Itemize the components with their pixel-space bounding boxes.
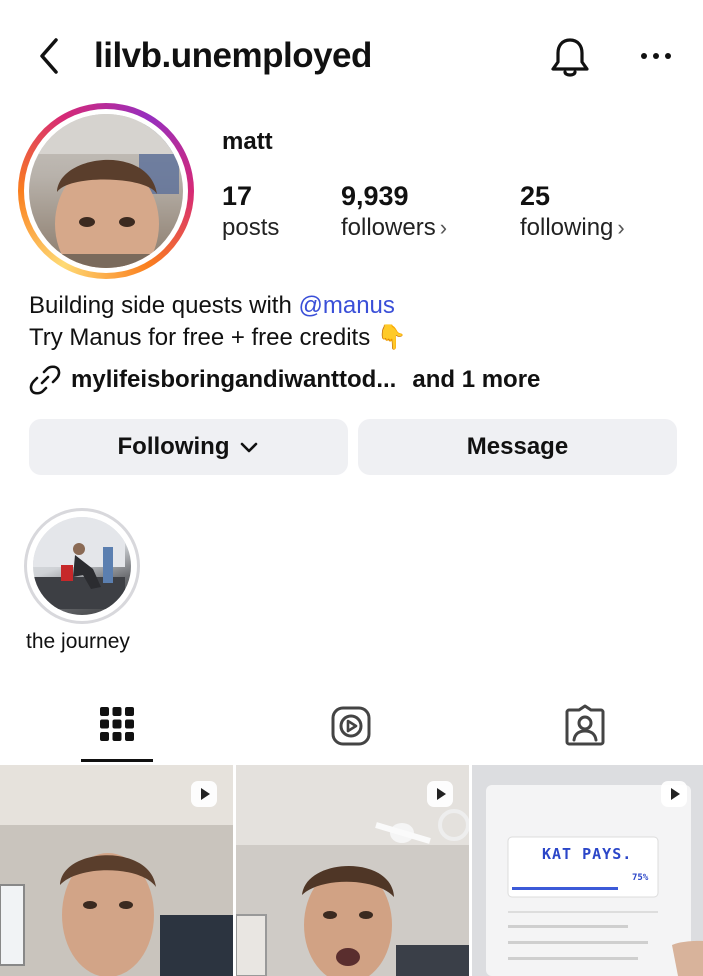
display-name: matt <box>222 128 273 155</box>
following-count-value: 25 <box>520 181 551 211</box>
reel-badge-icon <box>661 781 687 807</box>
following-button[interactable]: Following <box>29 419 348 475</box>
post-thumbnail[interactable] <box>0 765 233 976</box>
reel-badge-icon <box>191 781 217 807</box>
tagged-icon <box>565 704 605 746</box>
bell-icon <box>551 38 589 77</box>
posts-count[interactable]: 17 posts <box>222 180 279 244</box>
bio-text-line1: Building side quests with <box>29 292 299 319</box>
chevron-right-icon: › <box>617 215 625 240</box>
highlight-label: the journey <box>26 630 130 653</box>
tab-posts-grid[interactable] <box>0 700 234 764</box>
chevron-left-icon <box>40 38 58 74</box>
post-percent: 75% <box>632 873 649 883</box>
following-count-label: following <box>520 214 614 241</box>
post-thumbnail[interactable]: KAT PAYS. 75% <box>472 765 703 976</box>
following-count[interactable]: 25 following › <box>520 180 625 244</box>
post-headline: KAT PAYS. <box>542 845 633 863</box>
top-nav-bar: lilvb.unemployed <box>0 20 703 92</box>
posts-grid: KAT PAYS. 75% <box>0 765 703 976</box>
following-button-label: Following <box>117 433 230 460</box>
back-button[interactable] <box>30 36 70 76</box>
profile-links[interactable]: mylifeisboringandiwanttod... and 1 more <box>29 364 540 396</box>
bio-text-line2: Try Manus for free + free credits <box>29 324 371 351</box>
post-thumbnail[interactable] <box>236 765 469 976</box>
notifications-button[interactable] <box>546 34 594 82</box>
message-button[interactable]: Message <box>358 419 677 475</box>
more-horizontal-icon <box>641 53 671 59</box>
link-icon <box>29 365 61 395</box>
tab-reels[interactable] <box>234 700 468 764</box>
highlight-cover-image <box>33 517 131 615</box>
reel-badge-icon <box>427 781 453 807</box>
reels-icon <box>331 706 371 746</box>
chevron-right-icon: › <box>439 215 448 240</box>
avatar <box>29 114 183 268</box>
followers-count-label: followers <box>341 214 436 241</box>
profile-bio: Building side quests with @manus Try Man… <box>29 290 407 354</box>
profile-avatar-story-ring[interactable] <box>18 103 194 279</box>
bio-mention-link[interactable]: @manus <box>298 292 394 319</box>
posts-count-value: 17 <box>222 181 253 211</box>
followers-count[interactable]: 9,939 followers › <box>341 180 447 244</box>
profile-link-more: and 1 more <box>412 366 541 393</box>
story-highlight[interactable]: the journey <box>24 508 140 653</box>
tab-tagged[interactable] <box>468 700 702 764</box>
active-tab-indicator <box>81 759 153 762</box>
pointing-down-emoji: 👇 <box>376 324 407 351</box>
grid-icon <box>100 707 134 741</box>
more-options-button[interactable] <box>634 34 678 78</box>
message-button-label: Message <box>466 433 569 460</box>
profile-link-text: mylifeisboringandiwanttod... <box>71 366 397 393</box>
profile-username: lilvb.unemployed <box>94 36 372 75</box>
posts-count-label: posts <box>222 214 280 241</box>
profile-content-tabs <box>0 700 703 764</box>
chevron-down-icon <box>241 442 258 453</box>
followers-count-value: 9,939 <box>341 181 409 211</box>
